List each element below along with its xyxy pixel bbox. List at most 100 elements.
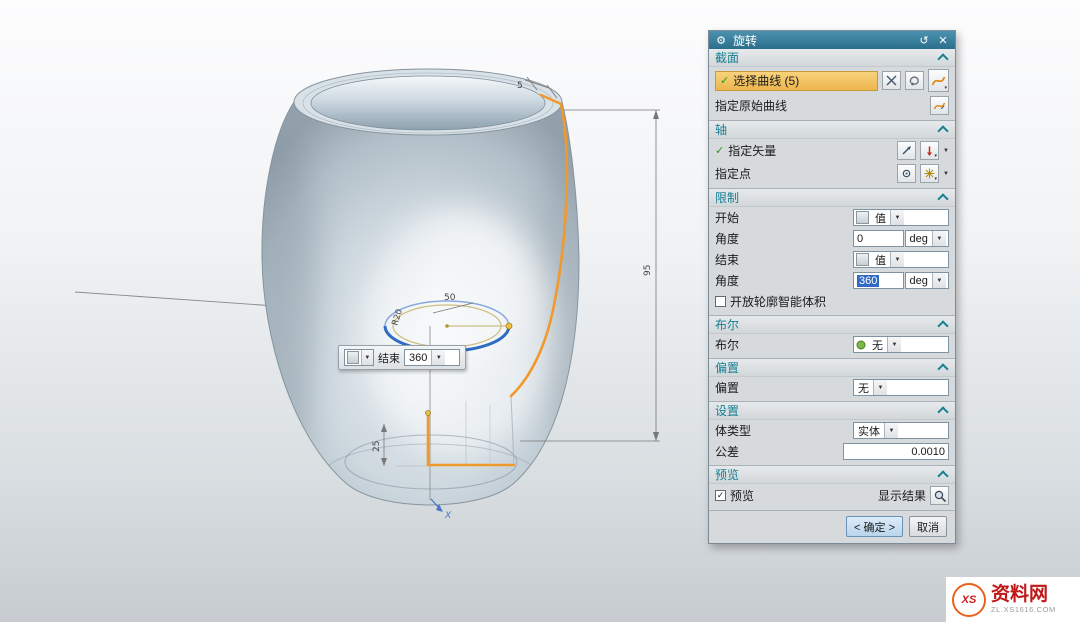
end-angle-value[interactable]: 360 xyxy=(405,350,431,365)
select-curve-row[interactable]: ✓ 选择曲线 (5) xyxy=(715,71,878,91)
on-screen-limit-toolbar: ▼ 结束 360 ▼ xyxy=(338,345,466,370)
collapse-chevron-icon[interactable] xyxy=(937,363,948,374)
watermark-domain: ZL.XS1616.COM xyxy=(991,606,1056,614)
settings-group: 设置 体类型 实体 ▼ 公差 0.0010 xyxy=(709,402,955,466)
chevron-down-icon[interactable]: ▼ xyxy=(890,252,904,267)
ok-button[interactable]: < 确定 > xyxy=(846,516,903,537)
boolean-combo[interactable]: 无 ▼ xyxy=(853,336,949,353)
end-limit-value: 值 xyxy=(871,252,890,267)
tolerance-input[interactable]: 0.0010 xyxy=(843,443,949,460)
chevron-down-icon[interactable]: ▼ xyxy=(943,171,949,177)
crossing-selection-icon[interactable] xyxy=(882,71,901,90)
dim-height[interactable]: 95 xyxy=(643,265,653,276)
start-angle-input[interactable]: 0 xyxy=(853,230,904,247)
limits-header-label: 限制 xyxy=(715,189,939,206)
chevron-down-icon[interactable]: ▼ xyxy=(431,350,445,365)
start-limit-combo[interactable]: 值 ▼ xyxy=(853,209,949,226)
flyout-caret-icon[interactable]: ▾ xyxy=(944,85,947,91)
collapse-chevron-icon[interactable] xyxy=(937,125,948,136)
dim-inner-height[interactable]: 25 xyxy=(372,441,382,452)
limits-header[interactable]: 限制 xyxy=(709,189,955,207)
reverse-direction-icon[interactable]: ▾ xyxy=(920,141,939,160)
lasso-region-icon[interactable] xyxy=(905,71,924,90)
show-result-label: 显示结果 xyxy=(878,487,926,504)
profile-endpoint xyxy=(426,411,431,416)
watermark-logo-icon: XS xyxy=(952,583,986,617)
end-angle-unit-combo[interactable]: deg ▼ xyxy=(905,272,950,289)
sketch-point[interactable] xyxy=(506,323,512,329)
chevron-down-icon[interactable]: ▼ xyxy=(361,350,373,365)
settings-header-label: 设置 xyxy=(715,402,939,419)
check-icon: ✓ xyxy=(720,74,729,87)
gear-icon[interactable]: ⚙ xyxy=(714,33,728,47)
axis-header-label: 轴 xyxy=(715,121,939,138)
boolean-group: 布尔 布尔 无 ▼ xyxy=(709,316,955,359)
tolerance-label: 公差 xyxy=(715,443,739,460)
body-type-combo[interactable]: 实体 ▼ xyxy=(853,422,949,439)
chevron-down-icon[interactable]: ▼ xyxy=(873,380,887,395)
section-group: 截面 ✓ 选择曲线 (5) ▾ 指定原始曲线 xyxy=(709,49,955,121)
boolean-header[interactable]: 布尔 xyxy=(709,316,955,334)
section-header[interactable]: 截面 xyxy=(709,49,955,67)
chevron-down-icon[interactable]: ▼ xyxy=(884,423,898,438)
end-limit-combo[interactable]: 值 ▼ xyxy=(853,251,949,268)
start-angle-unit-combo[interactable]: deg ▼ xyxy=(905,230,950,247)
chevron-down-icon[interactable]: ▼ xyxy=(932,273,946,288)
collapse-chevron-icon[interactable] xyxy=(937,406,948,417)
chevron-down-icon[interactable]: ▼ xyxy=(932,231,946,246)
close-icon[interactable]: ✕ xyxy=(936,33,950,47)
start-limit-value: 值 xyxy=(871,210,890,225)
preview-header[interactable]: 预览 xyxy=(709,466,955,484)
offset-combo[interactable]: 无 ▼ xyxy=(853,379,949,396)
limit-option-icon xyxy=(347,351,359,364)
snap-point-icon[interactable]: ▾ xyxy=(920,164,939,183)
chevron-down-icon[interactable]: ▼ xyxy=(890,210,904,225)
origin-curve-icon[interactable] xyxy=(930,96,949,115)
flyout-caret-icon[interactable]: ▾ xyxy=(935,153,938,159)
specify-vector-label: 指定矢量 xyxy=(728,142,776,159)
boolean-value: 无 xyxy=(868,337,887,352)
section-header-label: 截面 xyxy=(715,49,939,66)
axis-header[interactable]: 轴 xyxy=(709,121,955,139)
dialog-titlebar[interactable]: ⚙ 旋转 ↺ ✕ xyxy=(709,31,955,49)
origin-curve-label: 指定原始曲线 xyxy=(715,97,787,114)
boolean-header-label: 布尔 xyxy=(715,316,939,333)
end-angle-combo[interactable]: 360 ▼ xyxy=(404,349,460,366)
boolean-label: 布尔 xyxy=(715,336,739,353)
cancel-button[interactable]: 取消 xyxy=(909,516,947,537)
collapse-chevron-icon[interactable] xyxy=(937,53,948,64)
point-dialog-icon[interactable] xyxy=(897,164,916,183)
open-profile-checkbox[interactable] xyxy=(715,296,726,307)
dim-diameter[interactable]: 50 xyxy=(444,293,456,303)
preview-label: 预览 xyxy=(730,487,754,504)
start-angle-value: 0 xyxy=(857,233,863,245)
offset-label: 偏置 xyxy=(715,379,739,396)
end-angle-input[interactable]: 360 xyxy=(853,272,904,289)
vector-dialog-icon[interactable] xyxy=(897,141,916,160)
dim-rim-offset[interactable]: 5 xyxy=(517,81,523,91)
watermark: XS 资料网 ZL.XS1616.COM xyxy=(946,577,1080,622)
offset-header[interactable]: 偏置 xyxy=(709,359,955,377)
dialog-button-row: < 确定 > 取消 xyxy=(709,511,955,543)
chevron-down-icon[interactable]: ▼ xyxy=(887,337,901,352)
tolerance-value: 0.0010 xyxy=(911,446,945,458)
axis-group: 轴 ✓ 指定矢量 ▾ ▼ 指定点 ▾ ▼ xyxy=(709,121,955,189)
preview-checkbox[interactable]: ✓ xyxy=(715,490,726,501)
flyout-caret-icon[interactable]: ▾ xyxy=(935,176,938,182)
end-label: 结束 xyxy=(715,251,739,268)
reset-icon[interactable]: ↺ xyxy=(917,33,931,47)
watermark-site-name: 资料网 xyxy=(991,585,1056,606)
chevron-down-icon[interactable]: ▼ xyxy=(943,148,949,154)
collapse-chevron-icon[interactable] xyxy=(937,193,948,204)
body-type-value: 实体 xyxy=(854,423,884,438)
settings-header[interactable]: 设置 xyxy=(709,402,955,420)
show-result-magnifier-icon[interactable] xyxy=(930,486,949,505)
body-type-label: 体类型 xyxy=(715,422,751,439)
value-option-icon xyxy=(856,211,869,224)
limit-option-combo[interactable]: ▼ xyxy=(344,349,374,366)
offset-header-label: 偏置 xyxy=(715,359,939,376)
collapse-chevron-icon[interactable] xyxy=(937,320,948,331)
collapse-chevron-icon[interactable] xyxy=(937,470,948,481)
value-option-icon xyxy=(856,253,869,266)
curve-rule-flyout-icon[interactable]: ▾ xyxy=(928,69,949,92)
